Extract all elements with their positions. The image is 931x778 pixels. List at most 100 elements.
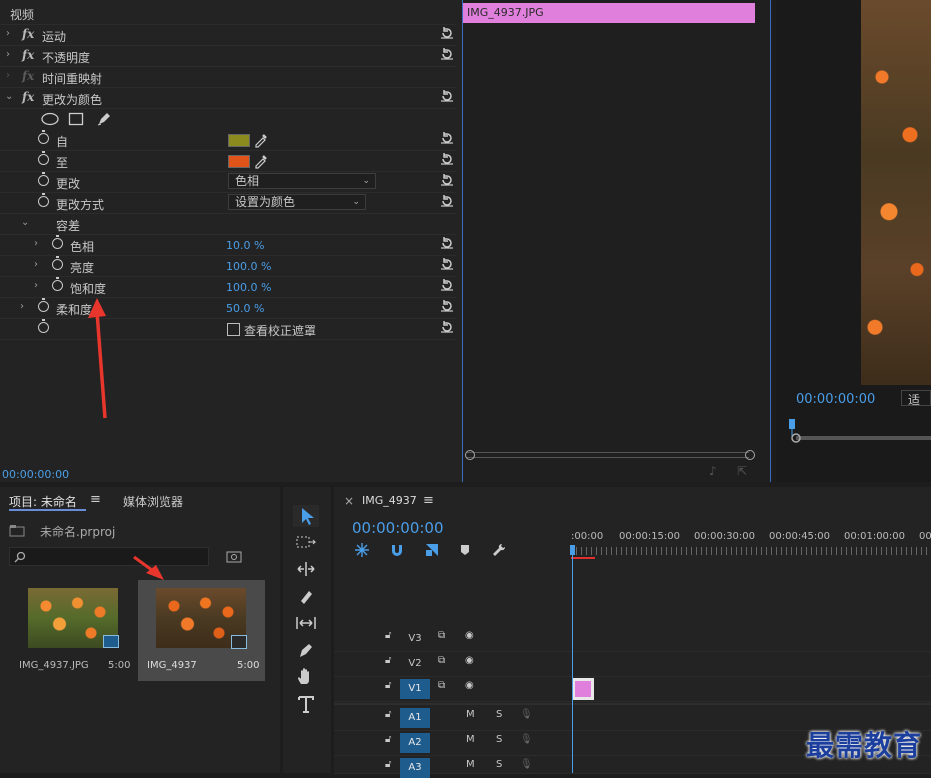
fx-zoom-scrollbar[interactable] <box>467 452 749 458</box>
expand-arrow-icon[interactable]: › <box>6 49 10 60</box>
scroll-handle-left[interactable] <box>465 450 475 460</box>
ripple-edit-tool[interactable] <box>293 558 319 580</box>
sync-lock-icon[interactable]: ⧉ <box>438 680 445 691</box>
lock-icon[interactable]: 🔓︎ <box>385 759 391 770</box>
sync-lock-icon[interactable]: ⧉ <box>438 655 445 666</box>
change-dropdown[interactable]: 色相 ⌄ <box>228 173 376 189</box>
sync-lock-icon[interactable]: ⧉ <box>438 630 445 641</box>
lock-icon[interactable]: 🔓︎ <box>385 655 391 666</box>
timeline-settings-wrench-icon[interactable] <box>491 542 507 558</box>
rectangle-mask-icon[interactable] <box>68 112 84 126</box>
stopwatch-icon[interactable] <box>52 277 63 291</box>
close-tab-icon[interactable]: × <box>344 494 354 508</box>
pen-tool[interactable] <box>293 639 319 661</box>
linked-selection-icon[interactable] <box>424 542 440 558</box>
playhead-handle[interactable] <box>570 545 575 555</box>
reset-icon[interactable] <box>440 131 454 145</box>
selection-tool[interactable] <box>293 505 319 527</box>
type-tool[interactable] <box>293 693 319 715</box>
sequence-tab[interactable]: IMG_4937 <box>362 494 417 507</box>
eyedropper-icon[interactable] <box>253 153 269 169</box>
nest-sequence-icon[interactable] <box>354 542 370 558</box>
mute-button[interactable]: M <box>466 759 475 770</box>
mute-button[interactable]: M <box>466 709 475 720</box>
mic-icon[interactable]: 🎙︎ <box>520 734 533 745</box>
add-marker-icon[interactable] <box>459 544 471 556</box>
fx-row-change-to-color[interactable]: ⌄ fx 更改为颜色 <box>0 88 456 109</box>
mute-button[interactable]: M <box>466 734 475 745</box>
video-audio-divider[interactable] <box>334 703 931 705</box>
track-target-v3[interactable]: V3 <box>400 629 430 649</box>
stopwatch-icon[interactable] <box>52 235 63 249</box>
eye-icon[interactable]: ◉ <box>465 680 474 691</box>
reset-icon[interactable] <box>440 236 454 250</box>
track-target-a2[interactable]: A2 <box>400 733 430 753</box>
track-target-v2[interactable]: V2 <box>400 654 430 674</box>
from-color-swatch[interactable] <box>228 134 250 147</box>
reset-icon[interactable] <box>440 47 454 61</box>
eyedropper-icon[interactable] <box>253 132 269 148</box>
reset-icon[interactable] <box>440 320 454 334</box>
fx-timecode[interactable]: 00:00:00:00 <box>2 468 69 481</box>
fx-row-time-remap[interactable]: › fx 时间重映射 <box>0 67 456 88</box>
reset-icon[interactable] <box>440 89 454 103</box>
reset-icon[interactable] <box>440 173 454 187</box>
fx-badge-icon[interactable]: fx <box>22 48 34 62</box>
lock-icon[interactable]: 🔓︎ <box>385 734 391 745</box>
expand-arrow-icon[interactable]: › <box>34 259 38 270</box>
audio-icon[interactable]: ♪ <box>709 464 717 478</box>
panel-menu-icon[interactable]: ≡ <box>423 493 434 508</box>
track-select-tool[interactable] <box>293 531 319 553</box>
stopwatch-icon[interactable] <box>38 298 49 312</box>
fx-clip-bar[interactable]: IMG_4937.JPG <box>463 3 755 23</box>
project-search-input[interactable] <box>9 547 209 566</box>
work-area-bar[interactable] <box>571 557 595 559</box>
lightness-value[interactable]: 100.0 % <box>226 260 271 273</box>
lock-icon[interactable]: 🔓︎ <box>385 680 391 691</box>
new-search-bin-icon[interactable] <box>226 549 242 563</box>
panel-menu-icon[interactable]: ≡ <box>90 492 101 507</box>
stopwatch-icon[interactable] <box>38 151 49 165</box>
change-by-dropdown[interactable]: 设置为颜色 ⌄ <box>228 194 366 210</box>
pen-mask-icon[interactable] <box>96 111 112 127</box>
program-timecode[interactable]: 00:00:00:00 <box>796 392 875 407</box>
expand-arrow-icon[interactable]: › <box>34 238 38 249</box>
collapse-arrow-icon[interactable]: ⌄ <box>5 91 13 102</box>
reset-icon[interactable] <box>440 152 454 166</box>
fx-row-opacity[interactable]: › fx 不透明度 <box>0 46 456 67</box>
solo-button[interactable]: S <box>496 709 502 720</box>
reset-icon[interactable] <box>440 278 454 292</box>
timeline-timecode[interactable]: 00:00:00:00 <box>352 519 444 537</box>
solo-button[interactable]: S <box>496 734 502 745</box>
track-target-a1[interactable]: A1 <box>400 708 430 728</box>
lock-icon[interactable]: 🔓︎ <box>385 630 391 641</box>
reset-icon[interactable] <box>440 194 454 208</box>
reset-icon[interactable] <box>440 26 454 40</box>
stopwatch-icon[interactable] <box>38 130 49 144</box>
mic-icon[interactable]: 🎙︎ <box>520 709 533 720</box>
fx-badge-icon[interactable]: fx <box>22 27 34 41</box>
reset-icon[interactable] <box>440 299 454 313</box>
hue-value[interactable]: 10.0 % <box>226 239 264 252</box>
project-item-sequence[interactable]: IMG_4937 5:00 <box>138 580 265 681</box>
tab-media-browser[interactable]: 媒体浏览器 <box>123 493 183 510</box>
program-scrub-bar[interactable] <box>786 418 931 444</box>
softness-value[interactable]: 50.0 % <box>226 302 264 315</box>
time-ruler[interactable]: :00:00 00:00:15:00 00:00:30:00 00:00:45:… <box>571 527 931 561</box>
track-target-a3[interactable]: A3 <box>400 758 430 778</box>
timeline-clip[interactable] <box>572 678 594 700</box>
snap-magnet-icon[interactable] <box>389 542 405 558</box>
tab-project[interactable]: 项目: 未命名 <box>9 493 77 510</box>
stopwatch-icon[interactable] <box>38 193 49 207</box>
to-color-swatch[interactable] <box>228 155 250 168</box>
fx-row-motion[interactable]: › fx 运动 <box>0 25 456 46</box>
fx-badge-icon[interactable]: fx <box>22 90 34 104</box>
razor-tool[interactable] <box>293 585 319 607</box>
expand-arrow-icon[interactable]: › <box>6 70 10 81</box>
stopwatch-icon[interactable] <box>52 256 63 270</box>
slip-tool[interactable] <box>293 612 319 634</box>
track-target-v1[interactable]: V1 <box>400 679 430 699</box>
ellipse-mask-icon[interactable] <box>40 112 60 126</box>
expand-arrow-icon[interactable]: › <box>20 301 24 312</box>
reset-icon[interactable] <box>440 257 454 271</box>
